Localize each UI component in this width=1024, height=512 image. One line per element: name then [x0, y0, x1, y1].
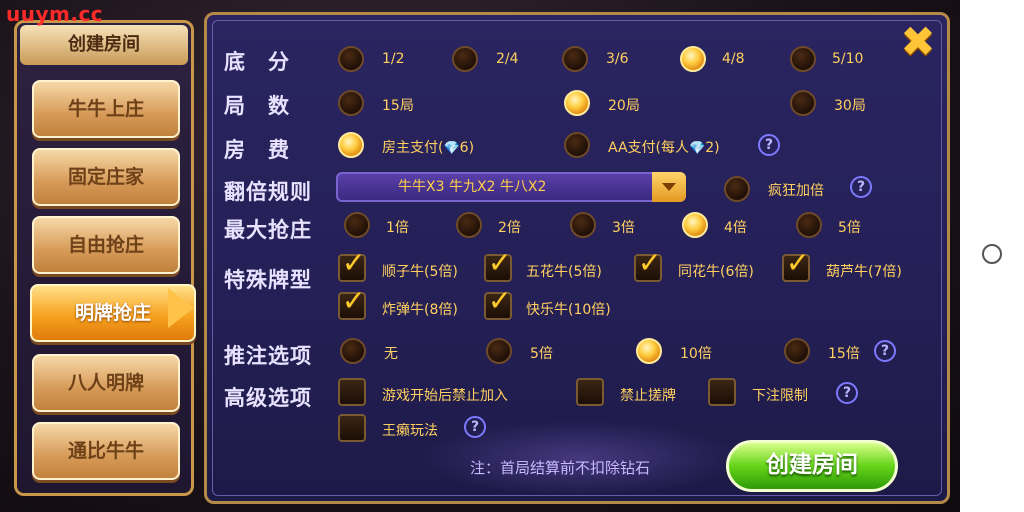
row-label-advanced: 高级选项 [224, 386, 312, 410]
radio-push-3-selected[interactable] [636, 338, 662, 364]
mode-button-1[interactable]: 牛牛上庄 [32, 80, 180, 138]
opt-rounds-2: 20局 [608, 98, 640, 114]
radio-push-1[interactable] [340, 338, 366, 364]
mode-button-2[interactable]: 固定庄家 [32, 148, 180, 206]
home-button[interactable] [982, 244, 1002, 264]
opt-fee-aa: AA支付(每人💎2) [608, 137, 720, 157]
row-label-special: 特殊牌型 [224, 268, 312, 292]
opt-push-2: 5倍 [530, 346, 553, 362]
opt-fee-aa-amount: 2) [705, 140, 720, 156]
check-icon: ✓ [488, 246, 512, 279]
opt-rounds-3: 30局 [834, 98, 866, 114]
opt-adv-2: 禁止搓牌 [620, 388, 676, 404]
opt-base-5: 5/10 [832, 51, 864, 67]
opt-base-3: 3/6 [606, 51, 629, 67]
opt-special-5: 炸弹牛(8倍) [382, 302, 458, 318]
radio-push-2[interactable] [486, 338, 512, 364]
opt-adv-1: 游戏开始后禁止加入 [382, 388, 508, 404]
opt-fee-owner: 房主支付(💎6) [382, 137, 474, 157]
opt-base-2: 2/4 [496, 51, 519, 67]
checkbox-adv-1[interactable] [338, 378, 366, 406]
opt-push-1: 无 [384, 346, 398, 362]
opt-special-2: 五花牛(5倍) [526, 264, 602, 280]
opt-banker-4: 4倍 [724, 220, 747, 236]
radio-base-1[interactable] [338, 46, 364, 72]
opt-banker-2: 2倍 [498, 220, 521, 236]
mode-button-6[interactable]: 通比牛牛 [32, 422, 180, 480]
radio-base-5[interactable] [790, 46, 816, 72]
opt-banker-5: 5倍 [838, 220, 861, 236]
radio-fee-owner-selected[interactable] [338, 132, 364, 158]
radio-base-2[interactable] [452, 46, 478, 72]
check-icon: ✓ [342, 284, 366, 317]
row-label-rounds: 局 数 [224, 94, 290, 118]
mode-button-3[interactable]: 自由抢庄 [32, 216, 180, 274]
opt-adv-3: 下注限制 [752, 388, 808, 404]
row-label-room-fee: 房 费 [224, 138, 290, 162]
checkbox-special-1[interactable]: ✓ [338, 246, 366, 282]
row-label-max-banker: 最大抢庄 [224, 218, 312, 242]
radio-banker-2[interactable] [456, 212, 482, 238]
help-double-icon[interactable]: ? [850, 176, 872, 198]
checkbox-special-5[interactable]: ✓ [338, 284, 366, 320]
opt-push-3: 10倍 [680, 346, 712, 362]
radio-banker-3[interactable] [570, 212, 596, 238]
radio-fee-aa[interactable] [564, 132, 590, 158]
checkbox-special-6[interactable]: ✓ [484, 284, 512, 320]
diamond-icon: 💎 [443, 141, 460, 156]
help-advanced-icon[interactable]: ? [836, 382, 858, 404]
opt-special-4: 葫芦牛(7倍) [826, 264, 902, 280]
opt-crazy-double: 疯狂加倍 [768, 183, 824, 199]
row-label-double-rule: 翻倍规则 [224, 180, 312, 204]
help-fee-icon[interactable]: ? [758, 134, 780, 156]
opt-special-1: 顺子牛(5倍) [382, 264, 458, 280]
opt-push-4: 15倍 [828, 346, 860, 362]
radio-banker-4-selected[interactable] [682, 212, 708, 238]
chevron-down-icon[interactable] [652, 172, 686, 202]
checkbox-adv-2[interactable] [576, 378, 604, 406]
row-label-push-bet: 推注选项 [224, 344, 312, 368]
check-icon: ✓ [342, 246, 366, 279]
opt-fee-owner-amount: 6) [459, 140, 475, 156]
radio-rounds-1[interactable] [338, 90, 364, 116]
row-label-base-score: 底 分 [224, 50, 290, 74]
sidebar-title: 创建房间 [20, 25, 188, 65]
radio-banker-1[interactable] [344, 212, 370, 238]
watermark: uuym.cc [6, 2, 104, 26]
mode-button-5[interactable]: 八人明牌 [32, 354, 180, 412]
radio-base-4-selected[interactable] [680, 46, 706, 72]
checkbox-special-4[interactable]: ✓ [782, 246, 810, 282]
opt-base-4: 4/8 [722, 51, 745, 67]
opt-banker-1: 1倍 [386, 220, 409, 236]
opt-special-3: 同花牛(6倍) [678, 264, 754, 280]
radio-base-3[interactable] [562, 46, 588, 72]
opt-rounds-1: 15局 [382, 98, 414, 114]
checkbox-adv-3[interactable] [708, 378, 736, 406]
radio-banker-5[interactable] [796, 212, 822, 238]
check-icon: ✓ [638, 246, 662, 279]
opt-special-6: 快乐牛(10倍) [526, 302, 611, 318]
radio-crazy-double[interactable] [724, 176, 750, 202]
opt-base-1: 1/2 [382, 51, 405, 67]
opt-fee-aa-text: AA支付(每人 [608, 140, 690, 156]
checkbox-adv-4[interactable] [338, 414, 366, 442]
opt-fee-owner-text: 房主支付( [382, 140, 444, 156]
checkbox-special-2[interactable]: ✓ [484, 246, 512, 282]
checkbox-special-3[interactable]: ✓ [634, 246, 662, 282]
help-push-icon[interactable]: ? [874, 340, 896, 362]
diamond-note: 注：首局结算前不扣除钻石 [470, 459, 651, 477]
selected-arrow-icon [168, 288, 194, 328]
close-icon[interactable]: ✖ [898, 21, 938, 63]
radio-rounds-2-selected[interactable] [564, 90, 590, 116]
check-icon: ✓ [786, 246, 810, 279]
radio-rounds-3[interactable] [790, 90, 816, 116]
create-room-button[interactable]: 创建房间 [726, 440, 898, 492]
check-icon: ✓ [488, 284, 512, 317]
double-rule-dropdown[interactable]: 牛牛X3 牛九X2 牛八X2 [336, 172, 686, 202]
radio-push-4[interactable] [784, 338, 810, 364]
diamond-icon: 💎 [689, 141, 706, 156]
opt-banker-3: 3倍 [612, 220, 635, 236]
